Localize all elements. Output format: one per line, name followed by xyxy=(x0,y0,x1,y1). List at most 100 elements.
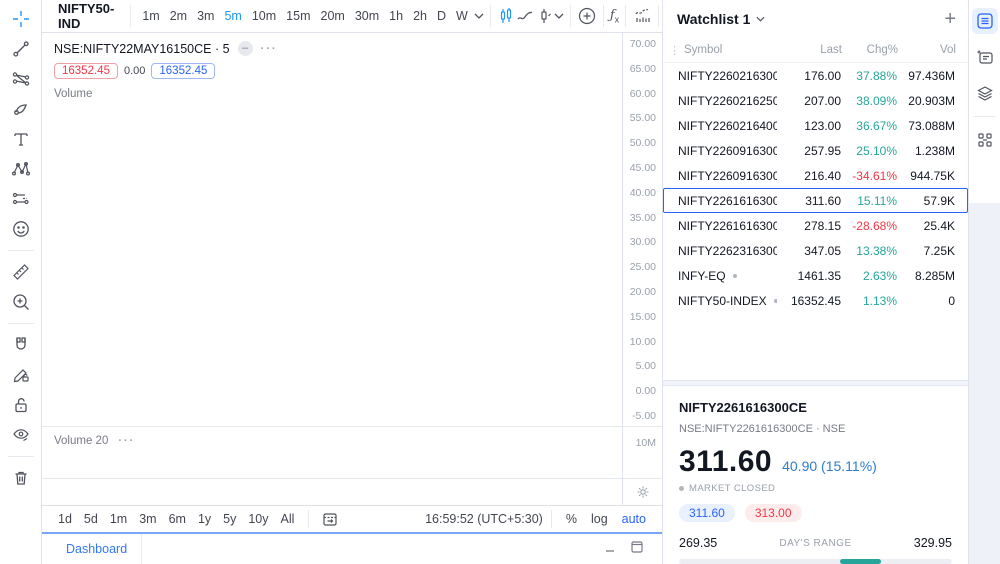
range-button[interactable]: 1m xyxy=(104,510,133,528)
chart-plot-area[interactable]: NSE:NIFTY22MAY16150CE · 5 – ··· 16352.45… xyxy=(42,33,622,505)
timeframe-button[interactable]: D xyxy=(432,6,451,26)
range-high: 329.95 xyxy=(913,536,952,550)
column-last[interactable]: Last xyxy=(778,44,842,56)
ask-pill[interactable]: 313.00 xyxy=(744,504,802,522)
volume-legend-label[interactable]: Volume xyxy=(54,88,278,100)
log-scale-button[interactable]: log xyxy=(585,510,614,528)
ruler-icon[interactable] xyxy=(6,261,36,283)
hide-series-icon[interactable]: – xyxy=(237,41,253,56)
dashboard-tab[interactable]: Dashboard xyxy=(52,534,143,564)
legend-menu-icon[interactable]: ··· xyxy=(261,43,278,55)
range-button[interactable]: 6m xyxy=(163,510,192,528)
watchlist-row[interactable]: NIFTY2260216300CE 176.00 37.88% 97.436M xyxy=(663,63,968,88)
object-tree-icon[interactable] xyxy=(972,80,998,106)
maximize-panel-icon[interactable] xyxy=(630,540,644,559)
widgets-grid-icon[interactable] xyxy=(972,127,998,153)
axis-settings-gear-icon[interactable] xyxy=(623,479,662,505)
timeframe-button[interactable]: 15m xyxy=(281,6,315,26)
volume-pane-label[interactable]: Volume 20 xyxy=(54,435,108,447)
row-vol: 1.238M xyxy=(914,143,955,158)
timeframe-button[interactable]: 30m xyxy=(350,6,384,26)
crosshair-icon[interactable] xyxy=(6,8,36,30)
prediction-measure-icon[interactable] xyxy=(6,188,36,210)
timeframe-button[interactable]: 2m xyxy=(165,6,192,26)
row-symbol: NIFTY2260216400CE xyxy=(678,118,777,133)
column-symbol[interactable]: Symbol xyxy=(684,44,778,56)
detail-symbol-title[interactable]: NIFTY2261616300CE xyxy=(679,400,952,415)
timeframe-button[interactable]: W xyxy=(451,6,473,26)
watchlist-panel-icon[interactable] xyxy=(971,8,998,34)
row-last: 257.95 xyxy=(804,143,841,158)
time-axis[interactable] xyxy=(42,479,622,505)
watchlist-row[interactable]: NIFTY2261616300PE 278.15 -28.68% 25.4K xyxy=(663,213,968,238)
watchlist-row[interactable]: NIFTY50-INDEX 16352.45 1.13% 0 xyxy=(663,288,968,313)
watchlist-title-dropdown[interactable]: Watchlist 1 xyxy=(677,11,765,27)
timeframe-button[interactable]: 1m xyxy=(137,6,164,26)
range-button[interactable]: 1y xyxy=(192,510,217,528)
pattern-icon[interactable] xyxy=(6,158,36,180)
bid-pill[interactable]: 311.60 xyxy=(679,504,735,522)
detail-change: 40.90 (15.11%) xyxy=(782,458,877,474)
zoom-in-icon[interactable] xyxy=(6,291,36,313)
toolbar-separator xyxy=(7,456,34,457)
text-tool-icon[interactable] xyxy=(6,128,36,150)
range-button[interactable]: All xyxy=(275,510,301,528)
details-panel-icon[interactable] xyxy=(972,44,998,70)
add-symbol-button[interactable]: + xyxy=(944,9,956,29)
forecast-icon[interactable] xyxy=(632,4,652,28)
flag-dot-icon[interactable] xyxy=(732,273,737,278)
volume-pane[interactable]: Volume 20 ··· xyxy=(42,427,622,479)
percent-scale-button[interactable]: % xyxy=(560,510,583,528)
watchlist-title: Watchlist 1 xyxy=(677,11,751,27)
hide-drawings-icon[interactable] xyxy=(6,424,36,446)
legend-symbol-title[interactable]: NSE:NIFTY22MAY16150CE · 5 xyxy=(54,42,230,56)
range-button[interactable]: 10y xyxy=(242,510,274,528)
lock-all-icon[interactable] xyxy=(6,394,36,416)
watchlist-row[interactable]: NIFTY2260216400CE 123.00 36.67% 73.088M xyxy=(663,113,968,138)
gann-fibonacci-icon[interactable] xyxy=(6,68,36,90)
watchlist-row[interactable]: NIFTY2260916300CE 257.95 25.10% 1.238M xyxy=(663,138,968,163)
range-button[interactable]: 5d xyxy=(78,510,104,528)
row-chg: 25.10% xyxy=(856,143,897,158)
volume-pane-menu-icon[interactable]: ··· xyxy=(118,435,135,447)
price-axis[interactable]: 70.00 65.00 60.00 55.00 50.00 45.00 40.00 35.00… xyxy=(622,33,662,505)
timeframe-button[interactable]: 10m xyxy=(247,6,281,26)
watchlist-row[interactable]: NIFTY2260916300PE 216.40 -34.61% 944.75K xyxy=(663,163,968,188)
timeframe-button[interactable]: 3m xyxy=(192,6,219,26)
emoji-icon[interactable] xyxy=(6,218,36,240)
column-vol[interactable]: Vol xyxy=(898,44,956,56)
timeframe-button[interactable]: 1h xyxy=(384,6,408,26)
timeframe-button[interactable]: 20m xyxy=(316,6,350,26)
range-button[interactable]: 1d xyxy=(52,510,78,528)
drag-handle-icon[interactable]: ⋮ xyxy=(669,44,680,57)
timeframe-button[interactable]: 2h xyxy=(408,6,432,26)
watchlist-row[interactable]: NIFTY2262316300CE 347.05 13.38% 7.25K xyxy=(663,238,968,263)
symbol-search-button[interactable]: NIFTY50-IND xyxy=(48,1,124,31)
remove-drawings-icon[interactable] xyxy=(6,467,36,489)
row-last: 176.00 xyxy=(804,68,841,83)
indicators-fx-icon[interactable]: ƒx xyxy=(610,4,619,28)
watchlist-row[interactable]: NIFTY2260216250CE 207.00 38.09% 20.903M xyxy=(663,88,968,113)
go-to-date-icon[interactable] xyxy=(317,507,343,531)
drawing-mode-lock-icon[interactable] xyxy=(6,364,36,386)
range-button[interactable]: 3m xyxy=(133,510,162,528)
trend-line-icon[interactable] xyxy=(6,38,36,60)
candles-style-icon[interactable] xyxy=(497,4,515,28)
compare-add-icon[interactable] xyxy=(577,4,597,28)
session-clock[interactable]: 16:59:52 (UTC+5:30) xyxy=(425,512,543,526)
range-button[interactable]: 5y xyxy=(217,510,242,528)
price-axis-ticks: 70.00 65.00 60.00 55.00 50.00 45.00 40.00 35.00… xyxy=(623,33,662,427)
price-pane[interactable]: NSE:NIFTY22MAY16150CE · 5 – ··· 16352.45… xyxy=(42,33,622,427)
watchlist-row[interactable]: NIFTY2261616300CE 311.60 15.11% 57.9K xyxy=(663,188,968,213)
column-chg[interactable]: Chg% xyxy=(842,44,898,56)
brush-icon[interactable] xyxy=(6,98,36,120)
watchlist-row[interactable]: INFY-EQ 1461.35 2.63% 8.285M xyxy=(663,263,968,288)
hollow-candles-icon[interactable] xyxy=(535,4,553,28)
auto-scale-button[interactable]: auto xyxy=(616,510,652,528)
chevron-down-icon[interactable] xyxy=(474,4,484,28)
chevron-down-icon[interactable] xyxy=(554,4,564,28)
line-style-icon[interactable] xyxy=(516,4,534,28)
minimize-panel-icon[interactable] xyxy=(604,540,616,558)
magnet-icon[interactable] xyxy=(6,334,36,356)
timeframe-button[interactable]: 5m xyxy=(219,6,246,26)
